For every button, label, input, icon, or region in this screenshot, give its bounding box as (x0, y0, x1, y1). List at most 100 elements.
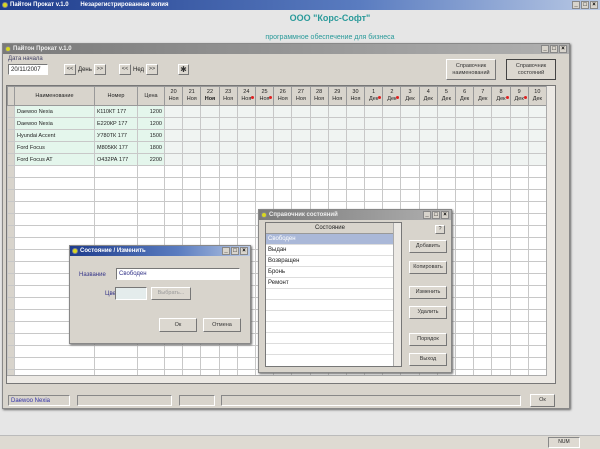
booking-cell[interactable] (527, 321, 547, 334)
booking-cell[interactable] (527, 333, 547, 346)
booking-cell[interactable] (364, 177, 384, 190)
booking-cell[interactable] (436, 153, 457, 166)
row-header[interactable] (7, 153, 15, 166)
booking-cell[interactable] (200, 117, 220, 130)
day-column-header[interactable]: 30 Ноя (345, 86, 366, 106)
table-cell[interactable] (137, 225, 165, 238)
booking-cell[interactable] (473, 117, 493, 130)
booking-cell[interactable] (200, 225, 220, 238)
booking-cell[interactable] (527, 117, 547, 130)
booking-cell[interactable] (454, 189, 475, 202)
booking-cell[interactable] (218, 189, 238, 202)
booking-cell[interactable] (327, 165, 347, 178)
booking-cell[interactable] (527, 189, 547, 202)
table-cell[interactable]: 1500 (137, 129, 165, 142)
booking-cell[interactable] (527, 273, 547, 286)
booking-cell[interactable] (400, 129, 420, 142)
row-header[interactable] (7, 321, 15, 334)
booking-cell[interactable] (200, 189, 220, 202)
table-row[interactable] (7, 177, 547, 190)
table-cell[interactable] (137, 165, 165, 178)
booking-cell[interactable] (509, 225, 529, 238)
row-header[interactable] (7, 309, 15, 322)
booking-cell[interactable] (454, 201, 475, 214)
table-cell[interactable]: О432РА 177 (94, 153, 138, 166)
booking-cell[interactable] (527, 285, 547, 298)
state-list-item[interactable]: Выдан (266, 245, 394, 256)
booking-cell[interactable] (236, 189, 256, 202)
table-cell[interactable] (94, 189, 138, 202)
booking-cell[interactable] (491, 261, 511, 274)
booking-cell[interactable] (163, 225, 184, 238)
close-button[interactable]: × (240, 247, 248, 255)
booking-cell[interactable] (418, 189, 438, 202)
booking-cell[interactable] (454, 321, 475, 334)
booking-cell[interactable] (473, 201, 493, 214)
booking-cell[interactable] (527, 165, 547, 178)
row-header[interactable] (7, 273, 15, 286)
row-header[interactable] (7, 297, 15, 310)
booking-cell[interactable] (491, 153, 511, 166)
booking-cell[interactable] (527, 261, 547, 274)
row-header[interactable] (7, 165, 15, 178)
states-list[interactable]: Состояние Свободен Выдан Возвращен Бронь Рем… (265, 222, 402, 367)
row-header[interactable] (7, 249, 15, 262)
table-cell[interactable] (94, 201, 138, 214)
booking-cell[interactable] (291, 153, 311, 166)
booking-cell[interactable] (454, 297, 475, 310)
booking-cell[interactable] (491, 105, 511, 118)
booking-cell[interactable] (273, 105, 293, 118)
day-column-header[interactable]: 21 Ноя (182, 86, 202, 106)
day-column-header[interactable]: 22 Ноя (200, 86, 220, 106)
maximize-button[interactable]: □ (231, 247, 239, 255)
booking-cell[interactable] (418, 153, 438, 166)
booking-cell[interactable] (491, 297, 511, 310)
name-input[interactable]: Свободен (116, 268, 240, 280)
booking-cell[interactable] (163, 357, 184, 370)
booking-cell[interactable] (345, 153, 366, 166)
booking-cell[interactable] (163, 141, 184, 154)
booking-cell[interactable] (382, 177, 402, 190)
booking-cell[interactable] (527, 105, 547, 118)
column-header[interactable]: Номер (94, 86, 138, 106)
booking-cell[interactable] (273, 189, 293, 202)
booking-cell[interactable] (509, 273, 529, 286)
states-button-4[interactable]: Порядок (409, 333, 447, 346)
booking-cell[interactable] (309, 105, 329, 118)
booking-cell[interactable] (364, 129, 384, 142)
booking-cell[interactable] (491, 321, 511, 334)
minimize-button[interactable]: _ (222, 247, 230, 255)
booking-cell[interactable] (218, 201, 238, 214)
booking-cell[interactable] (509, 177, 529, 190)
booking-cell[interactable] (454, 165, 475, 178)
booking-cell[interactable] (527, 345, 547, 358)
table-cell[interactable] (14, 213, 95, 226)
table-cell[interactable] (94, 357, 138, 370)
booking-cell[interactable] (509, 345, 529, 358)
row-header[interactable] (7, 261, 15, 274)
booking-cell[interactable] (327, 117, 347, 130)
booking-cell[interactable] (527, 129, 547, 142)
row-header[interactable] (7, 357, 15, 370)
table-cell[interactable] (14, 189, 95, 202)
booking-cell[interactable] (182, 177, 202, 190)
booking-cell[interactable] (473, 321, 493, 334)
booking-cell[interactable] (436, 117, 457, 130)
dialog-ok-button[interactable]: Ок (159, 318, 197, 332)
booking-cell[interactable] (327, 189, 347, 202)
booking-cell[interactable] (291, 177, 311, 190)
booking-cell[interactable] (509, 129, 529, 142)
booking-cell[interactable] (163, 153, 184, 166)
day-column-header[interactable]: 20 Ноя (163, 86, 184, 106)
day-column-header[interactable]: 23 Ноя (218, 86, 238, 106)
row-header[interactable] (7, 201, 15, 214)
booking-cell[interactable] (236, 225, 256, 238)
booking-cell[interactable] (509, 153, 529, 166)
table-cell[interactable] (137, 357, 165, 370)
booking-cell[interactable] (163, 177, 184, 190)
day-column-header[interactable]: 25 Ноя (254, 86, 275, 106)
vertical-scrollbar[interactable] (546, 86, 555, 383)
booking-cell[interactable] (454, 141, 475, 154)
table-cell[interactable]: Daewoo Nexia (14, 117, 95, 130)
help-button[interactable]: ? (435, 225, 445, 234)
